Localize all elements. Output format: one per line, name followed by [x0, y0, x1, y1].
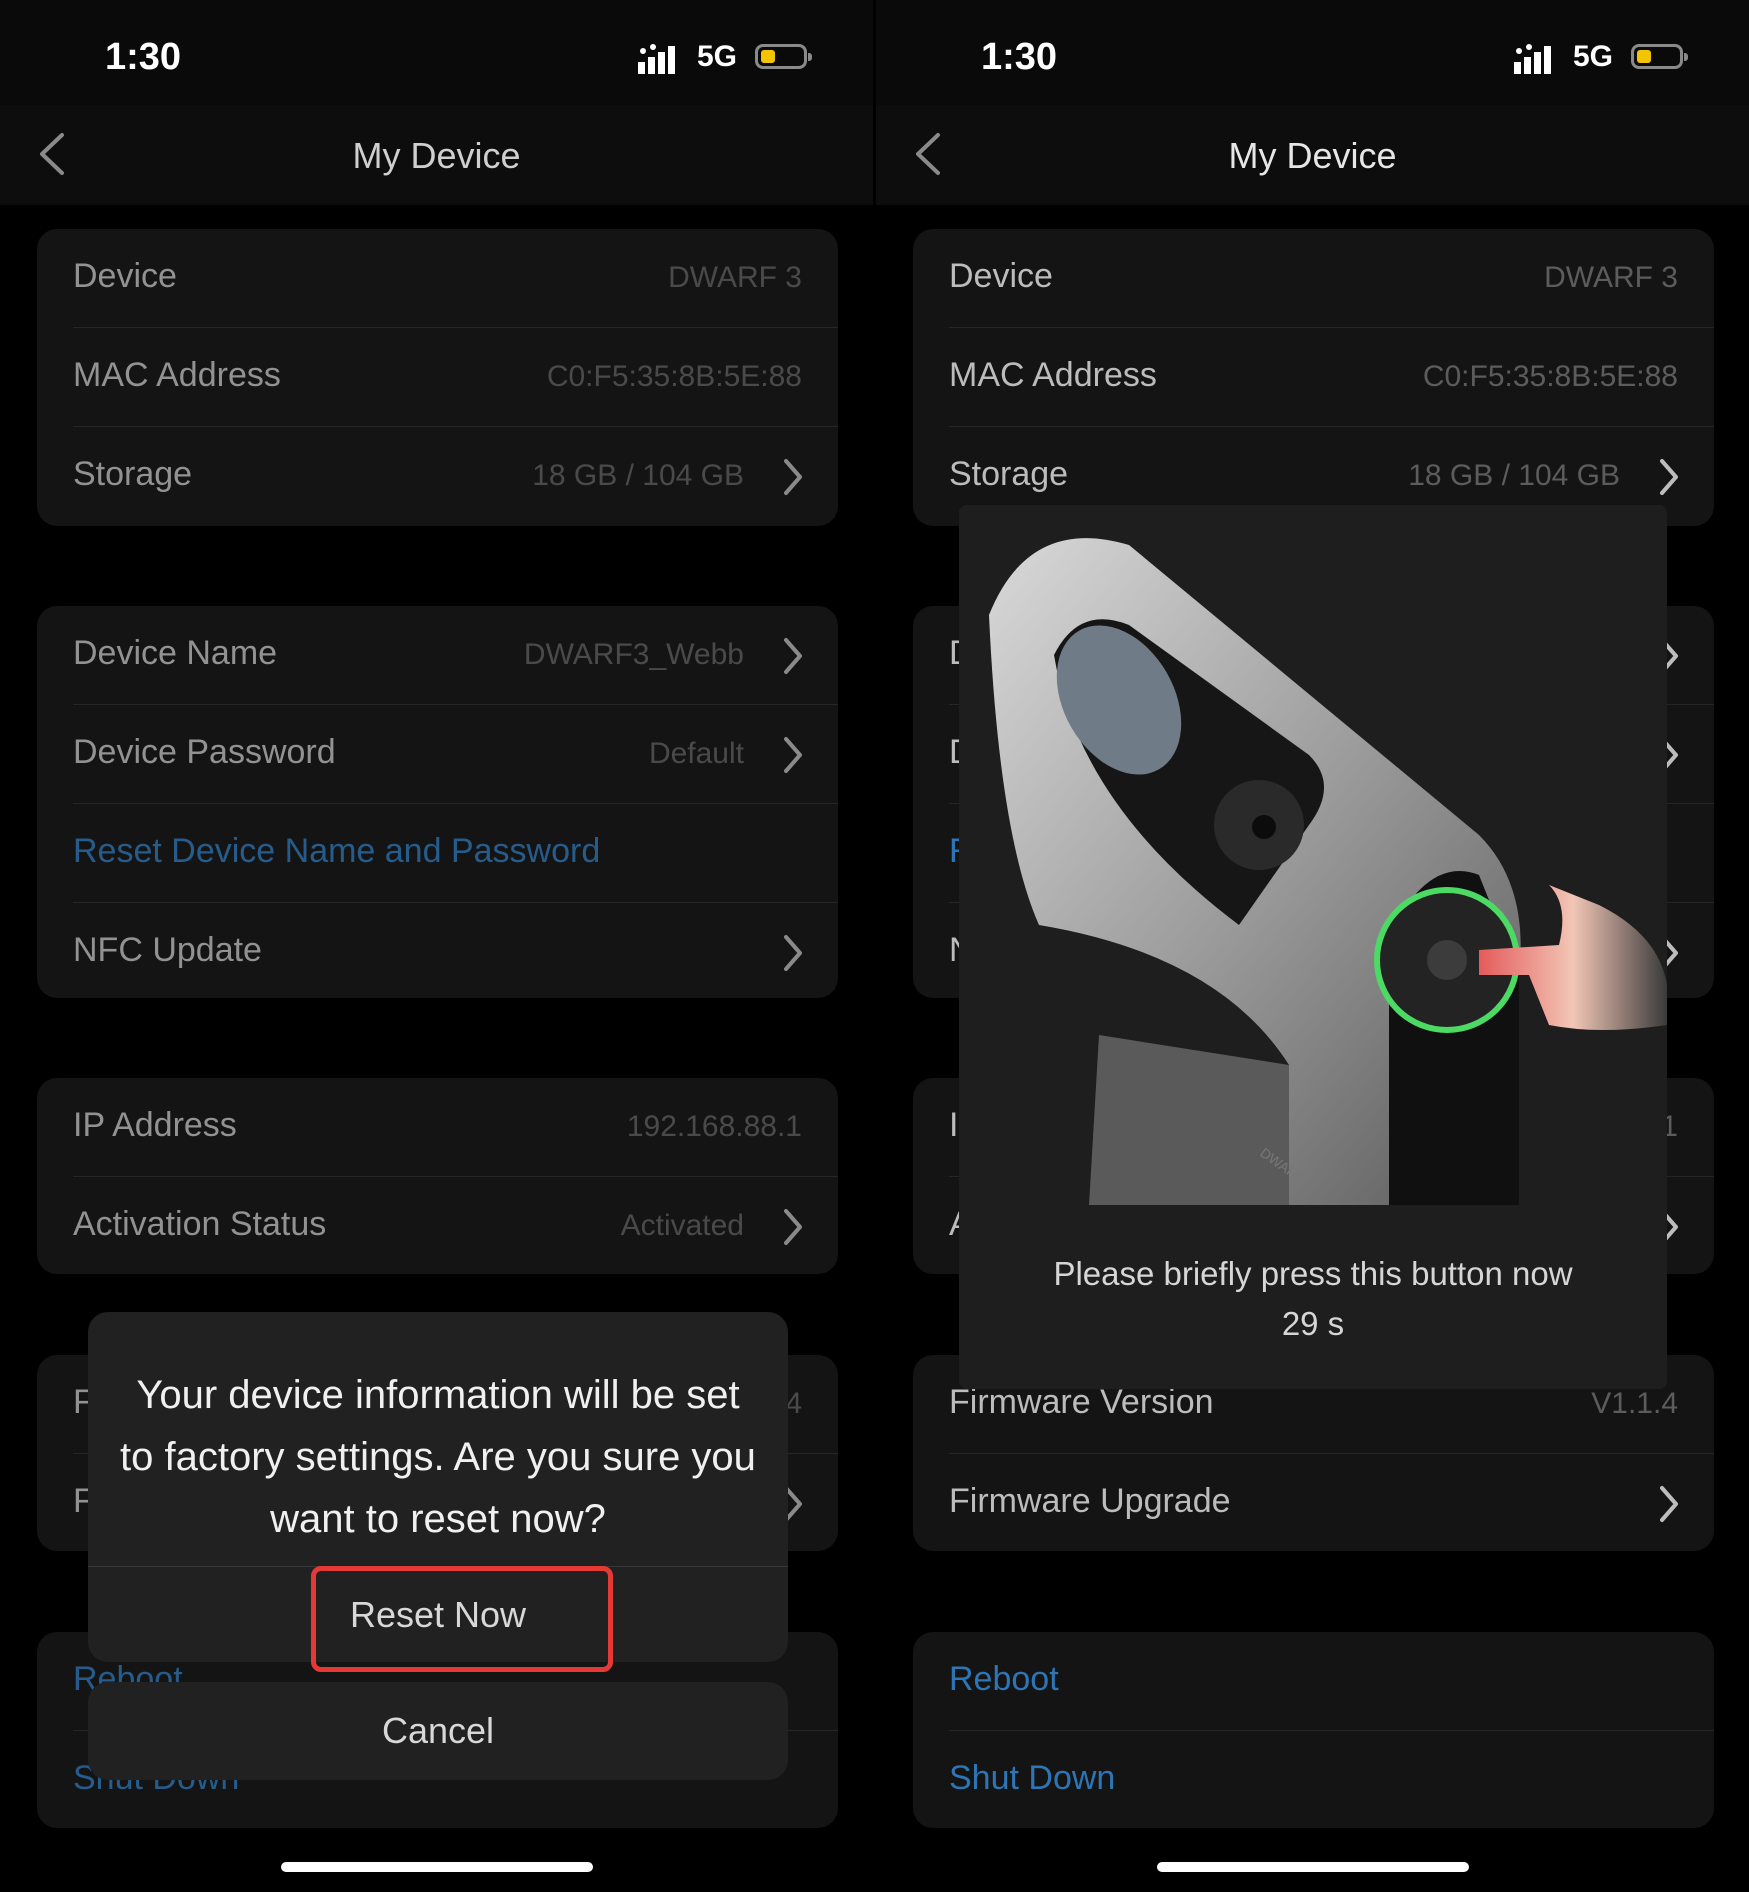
row-ip-address: IP Address 192.168.88.1 — [37, 1078, 838, 1177]
status-time: 1:30 — [981, 36, 1058, 78]
cancel-label: Cancel — [381, 1710, 495, 1751]
status-bar: 1:30 5G — [0, 0, 873, 105]
device-info-card: Device DWARF 3 MAC Address C0:F5:35:8B:5… — [913, 229, 1714, 526]
nav-bar: My Device — [0, 105, 873, 205]
device-info-card: Device DWARF 3 MAC Address C0:F5:35:8B:5… — [37, 229, 838, 526]
row-activation-status[interactable]: Activation Status Activated — [37, 1177, 838, 1274]
device-identity-card: Device Name DWARF3_Webb Device Password … — [37, 606, 838, 998]
chevron-right-icon — [784, 638, 802, 674]
status-time: 1:30 — [105, 36, 182, 78]
row-storage[interactable]: Storage 18 GB / 104 GB — [37, 427, 838, 526]
shut-down-button[interactable]: Shut Down — [913, 1731, 1714, 1828]
power-card: Reboot Shut Down — [913, 1632, 1714, 1828]
device-button-illustration: DWARF — [959, 505, 1667, 1205]
row-nfc-update[interactable]: NFC Update — [37, 903, 838, 998]
battery-icon — [1631, 44, 1688, 69]
cancel-button[interactable]: Cancel — [88, 1682, 788, 1780]
row-device: Device DWARF 3 — [913, 229, 1714, 328]
signal-icon — [1514, 44, 1551, 74]
press-button-popup: DWARF Please briefly press this button n… — [959, 505, 1667, 1389]
reset-now-highlight — [311, 1566, 613, 1672]
row-device: Device DWARF 3 — [37, 229, 838, 328]
home-indicator — [281, 1862, 593, 1872]
page-title: My Device — [352, 135, 521, 176]
chevron-right-icon — [1660, 459, 1678, 495]
status-bar: 1:30 5G — [876, 0, 1749, 105]
network-card: IP Address 192.168.88.1 Activation Statu… — [37, 1078, 838, 1274]
chevron-right-icon — [784, 459, 802, 495]
row-firmware-upgrade[interactable]: Firmware Upgrade — [913, 1454, 1714, 1551]
home-indicator — [1157, 1862, 1469, 1872]
chevron-right-icon — [784, 935, 802, 971]
reboot-button[interactable]: Reboot — [913, 1632, 1714, 1731]
page-title: My Device — [1228, 135, 1397, 176]
countdown-timer: 29 s — [1281, 1305, 1345, 1342]
row-mac-address: MAC Address C0:F5:35:8B:5E:88 — [913, 328, 1714, 427]
chevron-right-icon — [784, 1209, 802, 1245]
nav-bar: My Device — [876, 105, 1749, 205]
signal-icon — [638, 44, 675, 74]
row-device-password[interactable]: Device Password Default — [37, 705, 838, 804]
row-mac-address: MAC Address C0:F5:35:8B:5E:88 — [37, 328, 838, 427]
phone-screen-left: 1:30 5G My Device Device DWARF 3 MAC Add… — [0, 0, 873, 1892]
reset-name-password-link[interactable]: Reset Device Name and Password — [37, 804, 838, 903]
dialog-message: Your device information will be set to f… — [120, 1373, 756, 1541]
chevron-right-icon — [784, 737, 802, 773]
phone-screen-right: 1:30 5G My Device Device DWARF 3 MAC Add… — [876, 0, 1749, 1892]
press-button-prompt: Please briefly press this button now — [1053, 1255, 1573, 1292]
network-type: 5G — [1573, 40, 1614, 73]
network-type: 5G — [697, 40, 738, 73]
battery-icon — [755, 44, 812, 69]
row-device-name[interactable]: Device Name DWARF3_Webb — [37, 606, 838, 705]
chevron-right-icon — [1660, 1486, 1678, 1522]
